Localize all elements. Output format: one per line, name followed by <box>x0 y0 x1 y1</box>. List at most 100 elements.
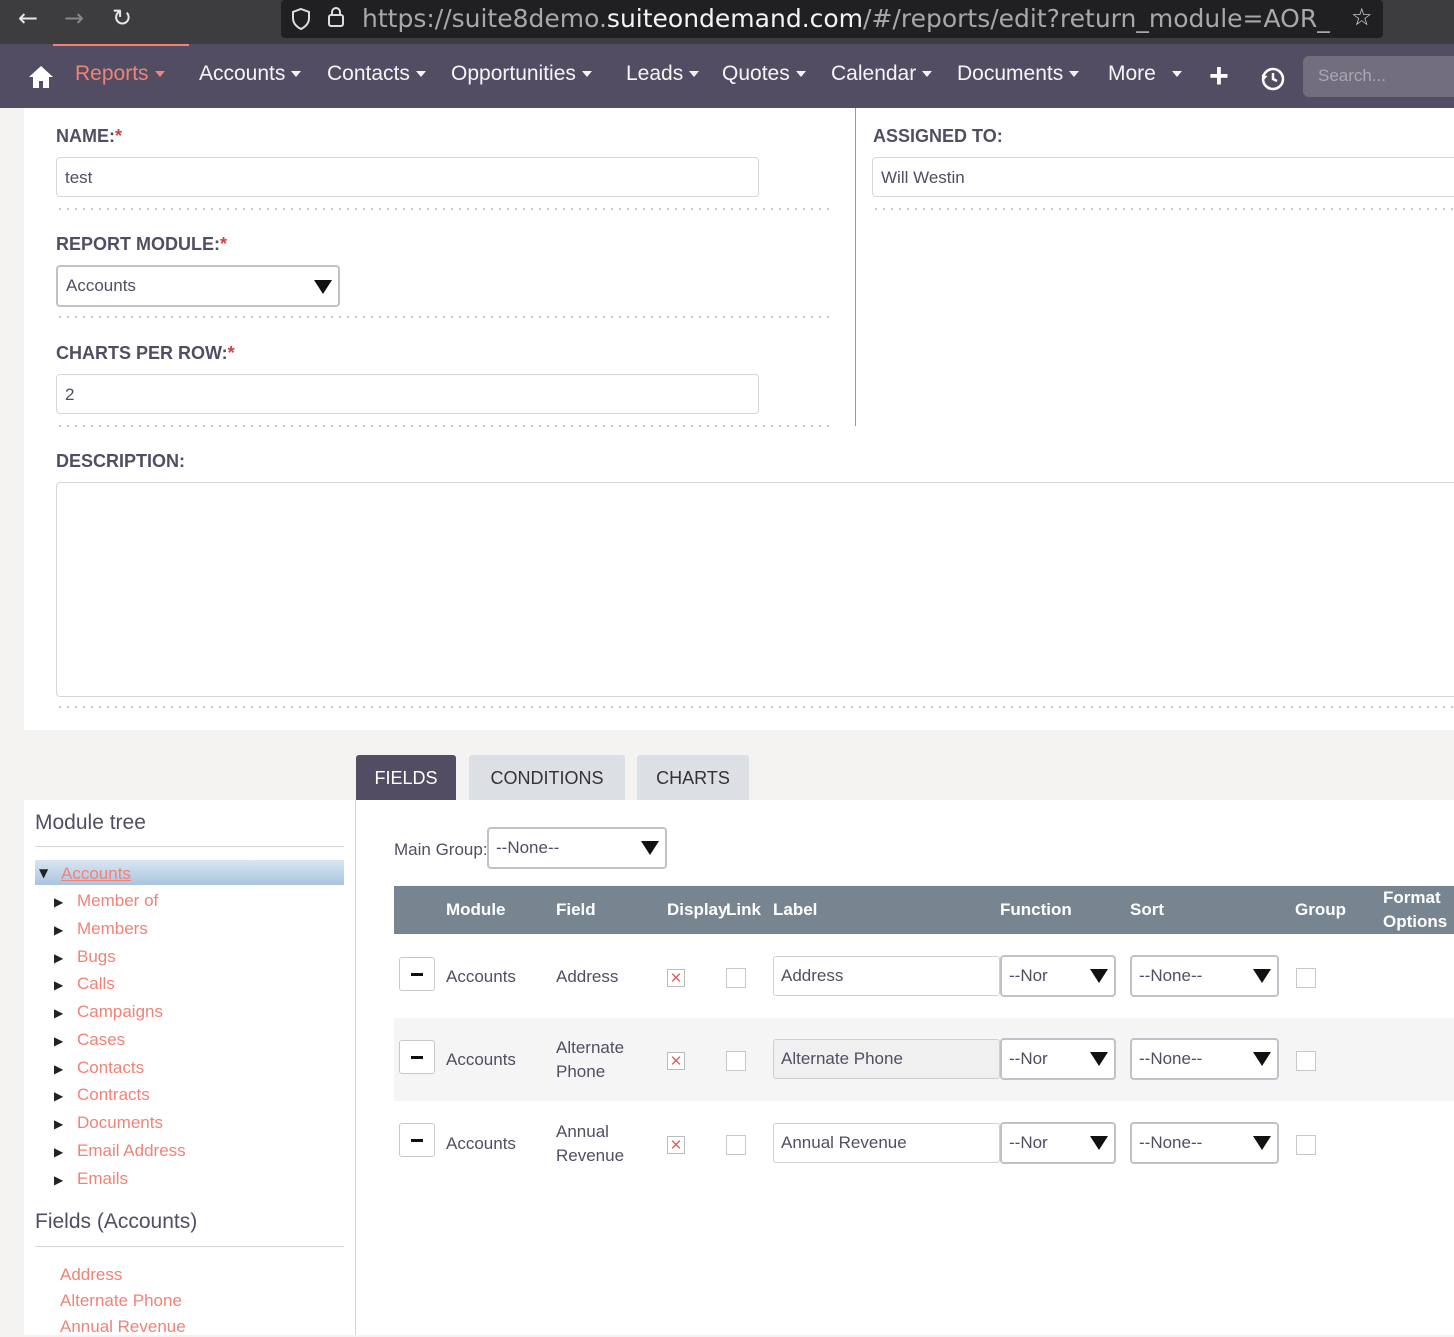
col-group: Group <box>1295 900 1346 919</box>
back-icon[interactable]: ← <box>18 4 38 32</box>
reload-icon[interactable]: ↻ <box>112 4 132 32</box>
collapsed-arrow-icon[interactable]: ▶ <box>54 1034 63 1048</box>
sort-value: --None-- <box>1139 966 1203 985</box>
bookmark-star-icon[interactable]: ☆ <box>1351 3 1373 31</box>
tree-item-campaigns[interactable]: Campaigns <box>77 1002 163 1022</box>
nav-contacts[interactable]: Contacts <box>327 62 426 86</box>
collapsed-arrow-icon[interactable]: ▶ <box>54 1089 63 1103</box>
field-link-annual-revenue[interactable]: Annual Revenue <box>60 1317 186 1337</box>
tree-item-documents[interactable]: Documents <box>77 1113 163 1133</box>
forward-icon[interactable]: → <box>64 4 84 32</box>
link-checkbox[interactable] <box>726 1051 746 1071</box>
collapsed-arrow-icon[interactable]: ▶ <box>54 1062 63 1076</box>
report-module-select[interactable]: Accounts <box>56 265 340 307</box>
dropdown-arrow-icon <box>1090 1052 1108 1066</box>
group-checkbox[interactable] <box>1296 1135 1316 1155</box>
table-row: Accounts Annual Revenue ✕ Annual Revenue … <box>394 1101 1454 1184</box>
history-icon[interactable] <box>1260 66 1286 92</box>
function-select[interactable]: --Nor <box>1000 1038 1116 1080</box>
active-tab-indicator <box>53 44 189 46</box>
tree-item-members[interactable]: Members <box>77 919 148 939</box>
name-input[interactable]: test <box>56 157 759 197</box>
display-checkbox[interactable]: ✕ <box>667 1136 685 1154</box>
link-checkbox[interactable] <box>726 1135 746 1155</box>
divider <box>35 1246 344 1247</box>
display-checkbox[interactable]: ✕ <box>667 969 685 987</box>
tree-item-contacts[interactable]: Contacts <box>77 1058 144 1078</box>
remove-row-button[interactable] <box>399 957 435 991</box>
function-value: --Nor <box>1009 966 1048 985</box>
home-icon[interactable] <box>28 64 54 90</box>
main-group-select[interactable]: --None-- <box>487 827 667 869</box>
tab-charts[interactable]: CHARTS <box>637 755 749 800</box>
sort-value: --None-- <box>1139 1133 1203 1152</box>
url-text: https://suite8demo.suiteondemand.com/#/r… <box>362 4 1332 33</box>
tree-item-calls[interactable]: Calls <box>77 974 115 994</box>
tab-fields[interactable]: FIELDS <box>356 755 456 800</box>
dropdown-arrow-icon <box>1253 969 1271 983</box>
nav-more[interactable]: More <box>1108 62 1182 86</box>
sort-select[interactable]: --None-- <box>1130 955 1279 997</box>
remove-row-button[interactable] <box>399 1123 435 1157</box>
tree-item-emails[interactable]: Emails <box>77 1169 128 1189</box>
tree-root-accounts[interactable]: Accounts <box>61 864 131 884</box>
field-link-alternate-phone[interactable]: Alternate Phone <box>60 1291 182 1311</box>
display-checkbox[interactable]: ✕ <box>667 1052 685 1070</box>
group-checkbox[interactable] <box>1296 1051 1316 1071</box>
function-select[interactable]: --Nor <box>1000 1122 1116 1164</box>
table-row: Accounts Address ✕ Address --Nor --None-… <box>394 935 1454 1018</box>
field-separator <box>56 316 831 318</box>
sort-select[interactable]: --None-- <box>1130 1122 1279 1164</box>
expanded-arrow-icon[interactable]: ▼ <box>39 866 48 880</box>
name-label: NAME:* <box>56 126 123 146</box>
charts-per-row-input[interactable]: 2 <box>56 374 759 414</box>
assigned-to-input[interactable]: Will Westin <box>872 157 1454 197</box>
fields-table-header: Module Field Display Link Label Function… <box>394 886 1454 934</box>
collapsed-arrow-icon[interactable]: ▶ <box>54 1145 63 1159</box>
create-plus-icon[interactable]: + <box>1209 59 1229 93</box>
nav-quotes[interactable]: Quotes <box>722 62 806 86</box>
tree-item-member-of[interactable]: Member of <box>77 891 158 911</box>
dropdown-arrow-icon <box>1090 969 1108 983</box>
label-input[interactable]: Annual Revenue <box>773 1123 1000 1163</box>
global-search-input[interactable]: Search... <box>1303 56 1454 97</box>
nav-leads[interactable]: Leads <box>626 62 700 86</box>
main-navigation: Reports Accounts Contacts Opportunities … <box>0 44 1454 108</box>
shield-icon <box>292 7 310 31</box>
nav-calendar[interactable]: Calendar <box>831 62 933 86</box>
row-field: Address <box>556 967 619 986</box>
collapsed-arrow-icon[interactable]: ▶ <box>54 1117 63 1131</box>
report-module-value: Accounts <box>66 276 136 295</box>
nav-accounts[interactable]: Accounts <box>199 62 302 86</box>
remove-row-button[interactable] <box>399 1040 435 1074</box>
tree-item-cases[interactable]: Cases <box>77 1030 125 1050</box>
collapsed-arrow-icon[interactable]: ▶ <box>54 923 63 937</box>
collapsed-arrow-icon[interactable]: ▶ <box>54 1173 63 1187</box>
nav-reports[interactable]: Reports <box>75 62 165 86</box>
tree-item-contracts[interactable]: Contracts <box>77 1085 150 1105</box>
collapsed-arrow-icon[interactable]: ▶ <box>54 895 63 909</box>
report-module-label: REPORT MODULE:* <box>56 234 228 254</box>
field-separator <box>56 425 831 427</box>
function-select[interactable]: --Nor <box>1000 955 1116 997</box>
nav-opportunities[interactable]: Opportunities <box>451 62 592 86</box>
module-tree-title: Module tree <box>35 811 146 834</box>
group-checkbox[interactable] <box>1296 968 1316 988</box>
sort-select[interactable]: --None-- <box>1130 1038 1279 1080</box>
collapsed-arrow-icon[interactable]: ▶ <box>54 978 63 992</box>
nav-documents[interactable]: Documents <box>957 62 1080 86</box>
col-function: Function <box>1000 900 1072 919</box>
label-input[interactable]: Alternate Phone <box>773 1039 1000 1079</box>
tab-conditions[interactable]: CONDITIONS <box>469 755 625 800</box>
tree-item-email-address[interactable]: Email Address <box>77 1141 186 1161</box>
collapsed-arrow-icon[interactable]: ▶ <box>54 1006 63 1020</box>
url-bar[interactable]: https://suite8demo.suiteondemand.com/#/r… <box>281 0 1383 38</box>
field-link-address[interactable]: Address <box>60 1265 122 1285</box>
link-checkbox[interactable] <box>726 968 746 988</box>
collapsed-arrow-icon[interactable]: ▶ <box>54 951 63 965</box>
label-input[interactable]: Address <box>773 956 1000 996</box>
description-textarea[interactable] <box>56 482 1454 697</box>
col-display: Display <box>667 900 728 919</box>
tree-item-bugs[interactable]: Bugs <box>77 947 116 967</box>
fields-tab-panel: Main Group: --None-- Module Field Displa… <box>356 800 1454 1335</box>
